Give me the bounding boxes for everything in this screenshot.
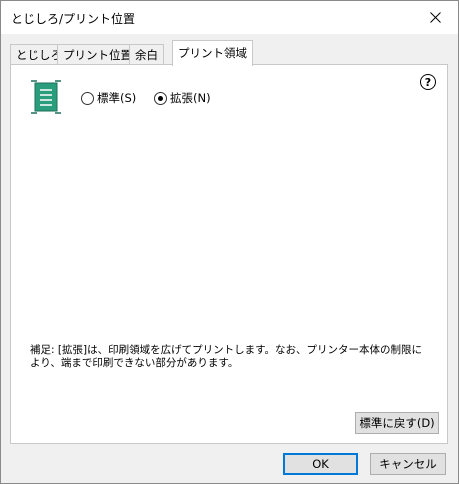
close-icon — [429, 12, 441, 23]
tab-print-area[interactable]: プリント領域 — [172, 40, 253, 66]
tab-print-position[interactable]: プリント位置 — [57, 44, 138, 65]
close-button[interactable] — [412, 1, 458, 34]
radio-standard-button[interactable] — [81, 91, 94, 105]
supplement-note: 補足: [拡張]は、印刷領域を広げてプリントします。なお、プリンター本体の制限に… — [30, 344, 423, 369]
print-area-panel: ? 標準(S) 拡張(N) 補足: [拡張]は、印刷領域を広げてプリントします。… — [10, 64, 448, 444]
radio-expanded-button[interactable] — [154, 91, 167, 105]
title-bar: とじしろ/プリント位置 — [1, 1, 458, 34]
tab-margin[interactable]: 余白 — [129, 44, 164, 65]
radio-expanded[interactable]: 拡張(N) — [154, 90, 211, 106]
help-icon[interactable]: ? — [420, 74, 436, 90]
print-position-dialog: とじしろ/プリント位置 とじしろ プリント位置 余白 プリント領域 ? 標準(S… — [0, 0, 459, 484]
radio-standard[interactable]: 標準(S) — [81, 90, 136, 106]
cancel-button[interactable]: キャンセル — [370, 453, 446, 475]
radio-standard-label: 標準(S) — [97, 91, 137, 105]
ok-button[interactable]: OK — [283, 453, 358, 475]
radio-expanded-label: 拡張(N) — [170, 91, 211, 105]
restore-default-button[interactable]: 標準に戻す(D) — [355, 412, 439, 434]
window-title: とじしろ/プリント位置 — [11, 12, 136, 26]
paper-expanded-icon — [31, 80, 61, 114]
